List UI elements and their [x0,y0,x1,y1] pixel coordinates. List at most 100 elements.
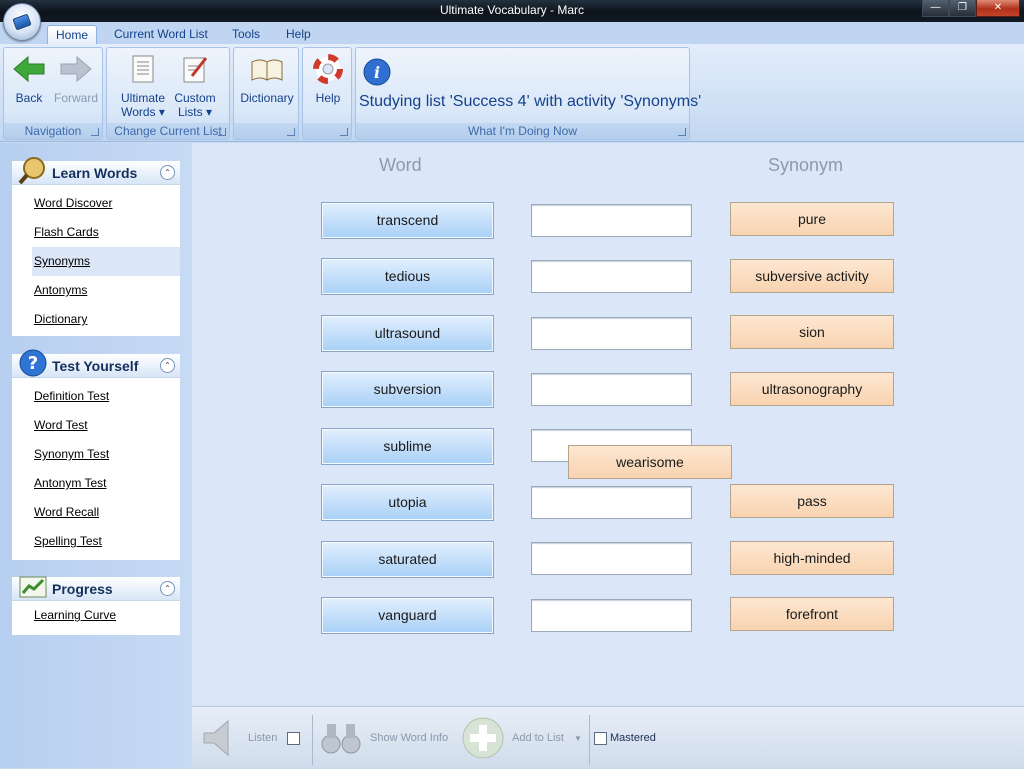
mastered-label: Mastered [610,732,656,744]
forward-label: Forward [53,91,98,105]
tab-tools[interactable]: Tools [224,25,268,44]
book-icon [12,13,32,31]
dialog-launcher-icon[interactable] [678,128,686,136]
svg-text:i: i [374,63,380,82]
info-icon: i [363,58,391,86]
learn-words-title: Learn Words [52,165,138,181]
sidebar-item-definition-test[interactable]: Definition Test [12,382,180,411]
answer-drop-box[interactable] [531,599,692,632]
close-button[interactable]: ✕ [976,0,1020,17]
life-ring-icon [313,54,343,84]
dictionary-button[interactable]: Dictionary [237,54,297,105]
sidebar-item-antonyms[interactable]: Antonyms [12,276,180,305]
synonym-button[interactable]: pure [730,202,894,236]
synonym-button[interactable]: ultrasonography [730,372,894,406]
dialog-launcher-icon[interactable] [287,128,295,136]
mastered-checkbox[interactable] [594,731,607,745]
title-bar: Ultimate Vocabulary - Marc — ❐ ✕ [0,0,1024,22]
window-controls: — ❐ ✕ [922,0,1020,17]
synonym-button[interactable]: high-minded [730,541,894,575]
tab-home[interactable]: Home [47,25,98,44]
sidebar-item-learning-curve[interactable]: Learning Curve [12,601,180,630]
minimize-button[interactable]: — [922,0,949,17]
synonym-button[interactable]: pass [730,484,894,518]
word-button[interactable]: vanguard [321,597,494,634]
magnifier-globe-icon [18,157,45,185]
ultimate-words-label: Ultimate [120,91,165,105]
chart-icon [19,576,47,598]
custom-lists-label-2: Lists ▾ [177,105,213,119]
word-button[interactable]: transcend [321,202,494,239]
sidebar-item-word-recall[interactable]: Word Recall [12,498,180,527]
dialog-launcher-icon[interactable] [340,128,348,136]
word-button[interactable]: saturated [321,541,494,578]
sidebar-item-antonym-test[interactable]: Antonym Test [12,469,180,498]
back-arrow-icon [13,55,45,83]
learn-words-header[interactable]: Learn Words ⌃ [12,157,180,185]
dialog-launcher-icon[interactable] [218,128,226,136]
what-im-doing-now-group: i Studying list 'Success 4' with activit… [355,47,701,140]
answer-drop-box[interactable] [531,260,692,293]
window-title: Ultimate Vocabulary - Marc [439,3,585,17]
collapse-chevron-icon[interactable]: ⌃ [160,165,175,180]
word-column-header: Word [379,155,422,175]
answer-drop-box[interactable] [531,542,692,575]
add-to-list-button[interactable]: Add to List ▼ [460,707,582,769]
ribbon: Back Forward Navigation Ultimate Words ▾ [0,44,1024,142]
sidebar: Learn Words ⌃ Word Discover Flash Cards … [0,143,192,768]
mastered-control[interactable]: Mastered [594,707,656,769]
collapse-chevron-icon[interactable]: ⌃ [160,581,175,596]
sidebar-item-word-discover[interactable]: Word Discover [12,189,180,218]
answer-drop-box[interactable] [531,486,692,519]
word-button[interactable]: ultrasound [321,315,494,352]
answer-drop-box[interactable] [531,373,692,406]
current-activity-status: Studying list 'Success 4' with activity … [359,93,702,110]
test-yourself-header[interactable]: ? Test Yourself ⌃ [12,349,180,378]
word-button[interactable]: subversion [321,371,494,408]
dragging-synonym-button[interactable]: wearisome [568,445,732,479]
forward-arrow-icon [60,55,92,83]
ribbon-tabs: Home Current Word List Tools Help [0,22,1024,44]
help-group: Help [302,47,352,140]
synonym-column-header: Synonym [768,155,844,175]
dialog-launcher-icon[interactable] [91,128,99,136]
application-menu-button[interactable] [3,3,41,41]
answer-drop-box[interactable] [531,204,692,237]
back-button[interactable]: Back [10,54,48,105]
listen-control[interactable]: Listen [198,707,301,769]
help-button[interactable]: Help [306,54,350,105]
word-button[interactable]: sublime [321,428,494,465]
dropdown-arrow-icon[interactable]: ▼ [574,734,582,743]
synonym-button[interactable]: forefront [730,597,894,631]
ultimate-words-label-2: Words ▾ [121,105,165,119]
toolbar-divider [589,715,590,765]
tab-current-word-list[interactable]: Current Word List [106,25,216,44]
tab-help[interactable]: Help [278,25,319,44]
dictionary-label: Dictionary [240,91,294,105]
synonym-button[interactable]: subversive activity [730,259,894,293]
sidebar-item-spelling-test[interactable]: Spelling Test [12,527,180,556]
show-word-info-label: Show Word Info [370,732,449,744]
ultimate-words-button[interactable]: Ultimate Words ▾ [117,54,169,119]
sidebar-item-word-test[interactable]: Word Test [12,411,180,440]
sidebar-item-synonyms[interactable]: Synonyms [32,247,180,276]
sidebar-item-synonym-test[interactable]: Synonym Test [12,440,180,469]
show-word-info-button[interactable]: Show Word Info [318,707,448,769]
speaker-icon [203,719,229,757]
forward-button[interactable]: Forward [52,54,100,105]
binoculars-icon [321,724,361,754]
word-button[interactable]: tedious [321,258,494,295]
sidebar-item-dictionary[interactable]: Dictionary [12,305,180,334]
synonym-button[interactable]: sion [730,315,894,349]
sidebar-item-flash-cards[interactable]: Flash Cards [12,218,180,247]
progress-panel: Progress ⌃ Learning Curve [12,576,180,635]
word-button[interactable]: utopia [321,484,494,521]
progress-header[interactable]: Progress ⌃ [12,576,180,601]
toolbar-divider [312,715,313,765]
add-plus-icon [462,717,504,759]
maximize-button[interactable]: ❐ [949,0,976,17]
listen-checkbox[interactable] [287,731,301,745]
answer-drop-box[interactable] [531,317,692,350]
collapse-chevron-icon[interactable]: ⌃ [160,358,175,373]
custom-lists-button[interactable]: Custom Lists ▾ [171,54,219,119]
